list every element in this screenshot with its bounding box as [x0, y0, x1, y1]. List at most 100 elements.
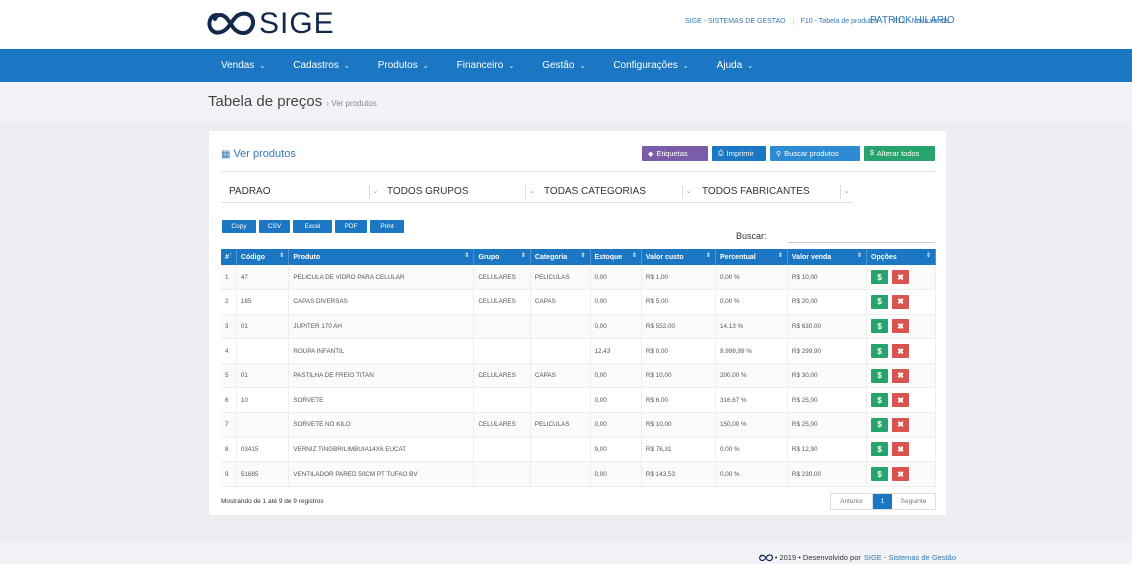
- products-card: ▦ Ver produtos ◆ Etiquetas ⎙ Imprimir ⚲ Bus…: [209, 131, 946, 515]
- delete-button[interactable]: ✖: [892, 319, 910, 334]
- price-button[interactable]: $: [871, 294, 889, 309]
- table-cell: CELULARES: [473, 363, 531, 389]
- column-header-percentual[interactable]: Percentual ⇕: [715, 249, 788, 265]
- table-cell: 10: [236, 387, 290, 414]
- column-header-grupo[interactable]: Grupo ⇕: [473, 249, 531, 265]
- column-header-produto[interactable]: Produto ⇕: [288, 249, 475, 265]
- buscar-produtos-button[interactable]: ⚲ Buscar produtos: [770, 146, 860, 161]
- tag-icon: ◆: [648, 150, 654, 158]
- nav-label: Vendas: [221, 60, 255, 71]
- table-cell: CELULARES: [473, 265, 531, 291]
- table-row: 7 SORVETE NO KILO CELULARES PELICULAS 0,00 R$…: [221, 412, 936, 438]
- table-cell: PASTILHA DE FREIO TITAN: [288, 363, 475, 389]
- table-cell: 200,00 %: [715, 363, 788, 389]
- delete-button[interactable]: ✖: [892, 442, 910, 457]
- options-cell: $ ✖: [866, 412, 936, 438]
- table-cell: 0,00 %: [715, 437, 788, 463]
- nav-cadastros[interactable]: Cadastros ⌄: [293, 60, 349, 71]
- delete-button[interactable]: ✖: [892, 294, 910, 309]
- table-info: Mostrando de 1 até 9 de 9 registros: [221, 498, 324, 505]
- delete-button[interactable]: ✖: [892, 344, 910, 359]
- categoria-select[interactable]: TODAS CATEGORIAS ⌄: [536, 181, 694, 203]
- pagination-next[interactable]: Seguinte: [892, 494, 935, 509]
- price-button[interactable]: $: [871, 417, 889, 432]
- table-cell: VENTILADOR PARED 50CM PT TUFAO BV: [288, 461, 475, 487]
- pdf-button[interactable]: PDF: [335, 220, 367, 233]
- breadcrumb-separator: ›: [326, 99, 330, 108]
- csv-button[interactable]: CSV: [259, 220, 290, 233]
- table-cell: 01: [236, 314, 290, 340]
- table-cell: 185: [236, 289, 290, 315]
- price-button[interactable]: $: [871, 270, 889, 285]
- pagination-prev[interactable]: Anterior: [831, 494, 873, 509]
- nav-gestao[interactable]: Gestão ⌄: [542, 60, 585, 71]
- table-cell: 51685: [236, 461, 290, 487]
- chevron-down-icon: ⌄: [508, 62, 515, 70]
- imprimir-button[interactable]: ⎙ Imprimir: [712, 146, 766, 161]
- column-header-codigo[interactable]: Código ⇕: [236, 249, 290, 265]
- tabela-select[interactable]: PADRAO ⌄: [221, 181, 381, 203]
- price-button[interactable]: $: [871, 344, 889, 359]
- column-header-categoria[interactable]: Categoria ⇕: [530, 249, 591, 265]
- delete-button[interactable]: ✖: [892, 417, 910, 432]
- delete-button[interactable]: ✖: [892, 467, 910, 482]
- sort-icon: ⇕: [631, 253, 637, 259]
- footer-text: • 2019 • Desenvolvido por: [774, 553, 861, 562]
- sort-icon: ⇕: [580, 253, 586, 259]
- nav-produtos[interactable]: Produtos ⌄: [378, 60, 429, 71]
- table-cell: [530, 387, 591, 414]
- button-label: Etiquetas: [656, 149, 688, 158]
- nav-vendas[interactable]: Vendas ⌄: [221, 60, 265, 71]
- column-header-valor-venda[interactable]: Valor venda ⇕: [787, 249, 868, 265]
- nav-configuracoes[interactable]: Configurações ⌄: [613, 60, 688, 71]
- chevron-down-icon: ⌄: [579, 62, 586, 70]
- fabricante-select[interactable]: TODOS FABRICANTES ⌄: [694, 181, 852, 203]
- price-button[interactable]: $: [871, 467, 889, 482]
- search-input[interactable]: [787, 229, 935, 243]
- print-button[interactable]: Print: [370, 220, 404, 233]
- sort-icon: ⇕: [705, 253, 711, 259]
- nav-label: Ajuda: [716, 60, 743, 71]
- table-cell: [473, 314, 531, 340]
- dollar-icon: $: [877, 297, 882, 307]
- button-label: Imprimir: [726, 149, 754, 158]
- page-title: Tabela de preços: [208, 93, 323, 110]
- table-cell: R$ 0,00: [641, 338, 716, 364]
- brand-name: SIGE: [259, 7, 335, 40]
- pagination-page-1[interactable]: 1: [873, 494, 892, 509]
- top-link-sige[interactable]: SIGE - SISTEMAS DE GESTAO: [678, 18, 793, 25]
- column-header-valor-custo[interactable]: Valor custo ⇕: [641, 249, 716, 265]
- delete-button[interactable]: ✖: [892, 368, 910, 383]
- pagination: Anterior 1 Seguinte: [830, 493, 936, 510]
- price-button[interactable]: $: [871, 393, 889, 408]
- nav-ajuda[interactable]: Ajuda ⌄: [717, 60, 753, 71]
- table-cell: R$ 630,00: [787, 314, 868, 340]
- etiquetas-button[interactable]: ◆ Etiquetas: [642, 146, 708, 161]
- column-header-estoque[interactable]: Estoque ⇕: [590, 249, 642, 265]
- table-cell: [530, 314, 591, 340]
- alterar-todos-button[interactable]: $ Alterar todos: [864, 146, 935, 161]
- chevron-down-icon: ⌄: [747, 62, 754, 70]
- nav-financeiro[interactable]: Financeiro ⌄: [457, 60, 515, 71]
- table-cell: [473, 461, 531, 487]
- brand-logo[interactable]: SIGE: [207, 6, 335, 42]
- table-cell: 01: [236, 363, 290, 389]
- footer-link[interactable]: SIGE - Sistemas de Gestão: [864, 553, 956, 562]
- excel-button[interactable]: Excel: [293, 220, 332, 233]
- column-header-opcoes[interactable]: Opções ⇕: [866, 249, 936, 265]
- delete-button[interactable]: ✖: [892, 270, 910, 285]
- table-cell: R$ 1,00: [641, 265, 716, 291]
- column-header-number[interactable]: # ↑: [221, 249, 237, 265]
- copy-button[interactable]: Copy: [222, 220, 256, 233]
- table-cell: R$ 10,00: [641, 412, 716, 438]
- nav-label: Cadastros: [293, 60, 339, 71]
- close-icon: ✖: [897, 346, 904, 356]
- delete-button[interactable]: ✖: [892, 393, 910, 408]
- grupo-select[interactable]: TODOS GRUPOS ⌄: [379, 181, 537, 203]
- price-button[interactable]: $: [871, 442, 889, 457]
- price-button[interactable]: $: [871, 319, 889, 334]
- user-name[interactable]: PATRICK HILARIO: [870, 15, 955, 26]
- table-cell: 316,67 %: [715, 387, 788, 414]
- table-icon: ▦: [221, 148, 231, 160]
- price-button[interactable]: $: [871, 368, 889, 383]
